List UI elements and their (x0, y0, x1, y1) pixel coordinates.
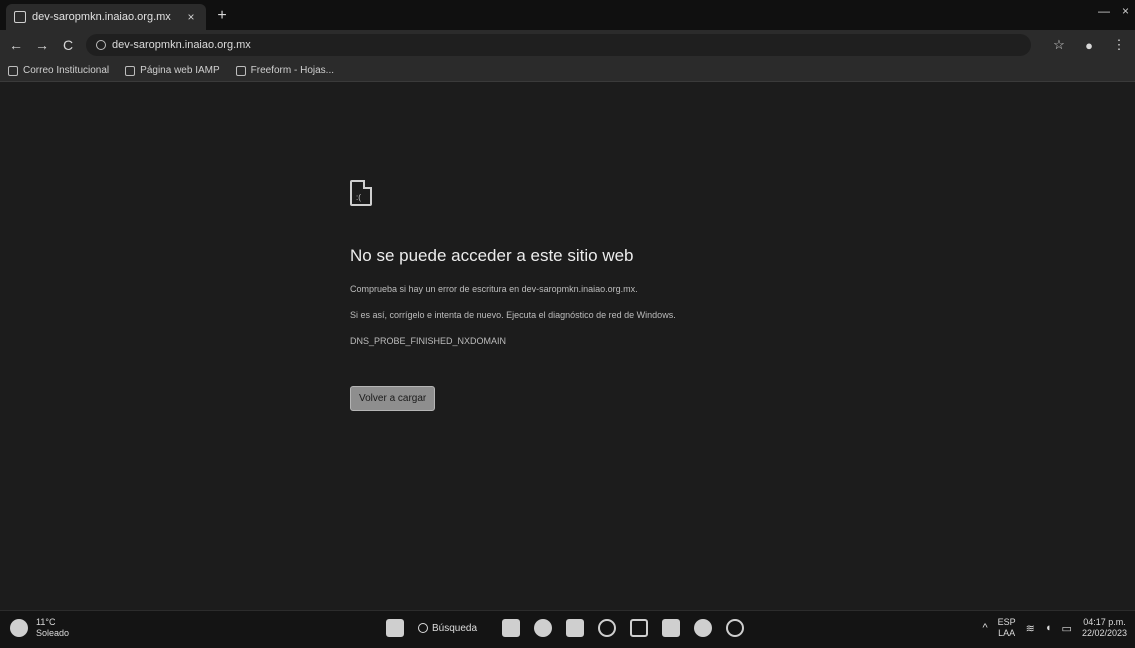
bookmarks-bar: Correo Institucional Página web IAMP Fre… (0, 60, 1135, 82)
system-tray: ^ ESP LAA ≋ ◖ ▭ 04:17 p.m. 22/02/2023 (982, 617, 1127, 639)
window-close-button[interactable]: × (1122, 4, 1129, 18)
chrome-icon[interactable] (694, 619, 712, 637)
bookmark-icon (125, 65, 136, 76)
keyboard-layout: LAA (998, 628, 1016, 638)
file-explorer-icon[interactable] (566, 619, 584, 637)
back-button[interactable]: ← (8, 37, 24, 53)
chat-icon[interactable] (534, 619, 552, 637)
bookmark-item[interactable]: Correo Institucional (8, 65, 109, 76)
site-info-icon[interactable] (96, 40, 106, 50)
store-icon[interactable] (662, 619, 680, 637)
bookmark-icon (8, 65, 18, 76)
error-code: DNS_PROBE_FINISHED_NXDOMAIN (350, 336, 507, 346)
edge-icon[interactable] (598, 619, 616, 637)
new-tab-button[interactable]: + (214, 7, 230, 25)
reload-button[interactable]: C (60, 37, 76, 53)
clock-date: 22/02/2023 (1081, 628, 1127, 638)
clock[interactable]: 04:17 p.m. 22/02/2023 (1082, 617, 1127, 639)
tab-close-icon[interactable]: × (184, 10, 198, 24)
page-content: :( No se puede acceder a este sitio web … (0, 82, 1135, 610)
tab-strip: dev-saropmkn.inaiao.org.mx × + — × (0, 0, 1135, 30)
clock-time: 04:17 p.m. (1083, 617, 1126, 627)
search-label: Búsqueda (432, 622, 478, 634)
notepad-icon[interactable] (630, 619, 648, 637)
search-icon (418, 623, 428, 633)
browser-tab[interactable]: dev-saropmkn.inaiao.org.mx × (6, 4, 206, 30)
bookmark-label: Correo Institucional (23, 65, 110, 76)
error-message: Comprueba si hay un error de escritura e… (350, 284, 638, 294)
weather-description: Soleado (36, 628, 70, 638)
taskbar-search[interactable]: Búsqueda (418, 623, 488, 634)
error-title: No se puede acceder a este sitio web (350, 246, 634, 265)
profile-icon[interactable]: ● (1081, 38, 1097, 53)
bookmark-item[interactable]: Página web IAMP (125, 65, 220, 76)
taskbar-apps: Búsqueda (386, 619, 744, 637)
volume-icon[interactable]: ◖ (1045, 622, 1052, 634)
error-suggestion: Si es así, corrígelo e intenta de nuevo.… (350, 310, 676, 320)
start-icon[interactable] (386, 619, 404, 637)
browser-toolbar: ← → C dev-saropmkn.inaiao.org.mx ☆ ● ⋮ (0, 30, 1135, 60)
weather-widget[interactable]: 11°C Soleado (10, 617, 69, 639)
language-code: ESP (997, 617, 1016, 627)
wifi-icon[interactable]: ≋ (1026, 622, 1035, 635)
page-icon (14, 11, 26, 23)
task-view-icon[interactable] (502, 619, 520, 637)
address-bar[interactable]: dev-saropmkn.inaiao.org.mx (86, 34, 1031, 56)
bookmark-icon (235, 65, 246, 76)
error-panel: :( No se puede acceder a este sitio web … (350, 180, 810, 411)
weather-temperature: 11°C (36, 617, 56, 627)
chevron-up-icon[interactable]: ^ (982, 622, 987, 634)
battery-icon[interactable]: ▭ (1062, 622, 1072, 635)
settings-icon[interactable] (726, 619, 744, 637)
bookmark-label: Freeform - Hojas... (250, 65, 335, 76)
toolbar-actions: ☆ ● ⋮ (1051, 37, 1127, 53)
language-indicator[interactable]: ESP LAA (998, 617, 1016, 639)
tab-title: dev-saropmkn.inaiao.org.mx (32, 11, 171, 23)
sun-icon (10, 619, 28, 637)
sad-page-icon: :( (350, 180, 372, 206)
taskbar: 11°C Soleado Búsqueda ^ ESP LAA ≋ ◖ ▭ 04… (0, 610, 1135, 648)
bookmark-star-icon[interactable]: ☆ (1051, 37, 1067, 53)
forward-button[interactable]: → (34, 37, 50, 53)
reload-page-button[interactable]: Volver a cargar (350, 386, 436, 411)
window-controls: — × (1098, 4, 1129, 18)
bookmark-label: Página web IAMP (140, 65, 220, 76)
bookmark-item[interactable]: Freeform - Hojas... (235, 65, 335, 76)
minimize-button[interactable]: — (1098, 4, 1110, 18)
url-text: dev-saropmkn.inaiao.org.mx (112, 39, 251, 51)
menu-icon[interactable]: ⋮ (1111, 37, 1127, 53)
